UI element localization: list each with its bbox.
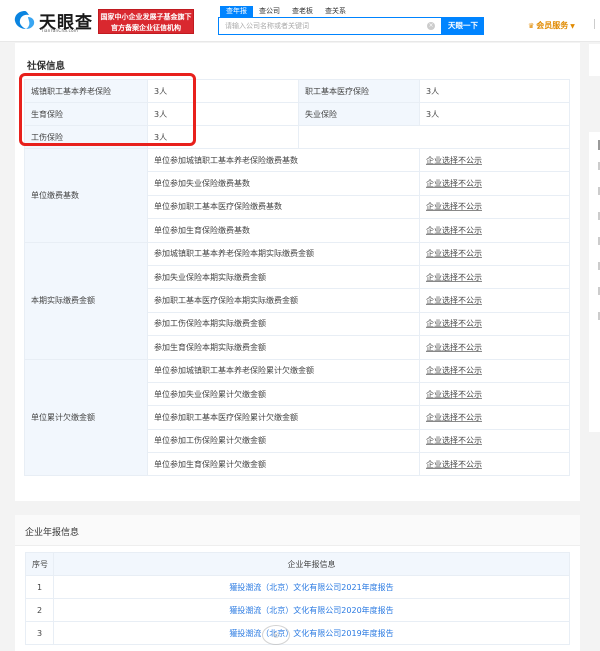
social-security-basic-table: 城镇职工基本养老保险 3人 职工基本医疗保险 3人 生育保险 3人 失业保险 3… — [24, 79, 570, 149]
item-label: 单位参加失业保险缴费基数 — [147, 171, 420, 196]
group-label: 单位缴费基数 — [24, 148, 148, 243]
vip-service-menu[interactable]: ♛ 会员服务 ▼ — [528, 20, 575, 31]
item-label: 单位参加生育保险累计欠缴金额 — [147, 452, 420, 477]
clear-icon[interactable]: × — [427, 22, 435, 30]
insurance-value: 3人 — [147, 102, 299, 126]
section-title-social-security: 社保信息 — [27, 61, 66, 72]
group-label: 本期实际缴费金额 — [24, 241, 148, 360]
annual-report-link[interactable]: 獾投潮流（北京）文化有限公司2020年度报告 — [53, 598, 570, 622]
table-header-row: 序号 企业年报信息 — [25, 552, 570, 576]
item-label: 单位参加城镇职工基本养老保险缴费基数 — [147, 147, 420, 173]
empty-cell — [419, 125, 570, 149]
tab-boss[interactable]: 查老板 — [286, 6, 319, 17]
weibo-watermark-icon: ◎ — [262, 625, 290, 645]
annual-report-table: 序号 企业年报信息 1 獾投潮流（北京）文化有限公司2021年度报告 2 獾投潮… — [25, 552, 570, 645]
search-tabs: 查年报 查公司 查老板 查关系 — [220, 6, 352, 17]
badge-line-2: 官方备案企业征信机构 — [111, 24, 181, 32]
insurance-value: 3人 — [147, 125, 299, 149]
search-box: × — [218, 17, 442, 35]
logo-mark-icon — [14, 11, 35, 29]
item-label: 参加生育保险本期实际缴费金额 — [147, 335, 420, 360]
item-label: 单位参加生育保险缴费基数 — [147, 218, 420, 243]
item-value: 企业选择不公示 — [419, 452, 570, 477]
table-row: 1 獾投潮流（北京）文化有限公司2021年度报告 — [25, 575, 570, 599]
group-label: 单位累计欠缴金额 — [24, 358, 148, 477]
insurance-label: 生育保险 — [24, 102, 148, 126]
col-header-info: 企业年报信息 — [53, 552, 570, 576]
item-value: 企业选择不公示 — [419, 147, 570, 173]
insurance-label: 失业保险 — [298, 102, 420, 126]
insurance-label: 工伤保险 — [24, 125, 148, 149]
annual-report-header: 企业年报信息 — [15, 515, 580, 546]
insurance-label: 城镇职工基本养老保险 — [24, 79, 148, 103]
right-sidebar-card — [589, 44, 600, 76]
table-row: 单位缴费基数 单位参加城镇职工基本养老保险缴费基数 企业选择不公示 — [24, 147, 570, 243]
col-header-index: 序号 — [25, 552, 54, 576]
tab-annual-report[interactable]: 查年报 — [220, 6, 253, 17]
table-row: 2 獾投潮流（北京）文化有限公司2020年度报告 — [25, 598, 570, 622]
item-value: 企业选择不公示 — [419, 194, 570, 220]
item-label: 参加失业保险本期实际缴费金额 — [147, 264, 420, 290]
vip-service-label: 会员服务 — [536, 21, 569, 30]
insurance-value: 3人 — [147, 79, 299, 103]
official-badge: 国家中小企业发展子基金旗下 官方备案企业征信机构 — [98, 9, 194, 34]
section-title-annual-report: 企业年报信息 — [25, 528, 80, 538]
tab-relation[interactable]: 查关系 — [319, 6, 352, 17]
item-value: 企业选择不公示 — [419, 358, 570, 383]
table-row: 生育保险 3人 失业保险 3人 — [24, 102, 570, 126]
top-header: 天眼查 TianYanCha.com 国家中小企业发展子基金旗下 官方备案企业征… — [0, 0, 600, 42]
item-value: 企业选择不公示 — [419, 335, 570, 360]
logo-subtext: TianYanCha.com — [41, 28, 79, 33]
tab-company[interactable]: 查公司 — [253, 6, 286, 17]
row-index: 3 — [25, 621, 54, 645]
item-label: 参加城镇职工基本养老保险本期实际缴费金额 — [147, 241, 420, 266]
annual-report-link[interactable]: 獾投潮流（北京）文化有限公司2021年度报告 — [53, 575, 570, 599]
item-label: 单位参加失业保险累计欠缴金额 — [147, 381, 420, 407]
social-security-detail-table: 单位缴费基数 单位参加城镇职工基本养老保险缴费基数 企业选择不公示 单位参加失业… — [24, 147, 570, 477]
item-value: 企业选择不公示 — [419, 381, 570, 407]
header-divider — [594, 19, 595, 29]
item-label: 参加工伤保险本期实际缴费金额 — [147, 311, 420, 337]
table-row: 单位累计欠缴金额 单位参加城镇职工基本养老保险累计欠缴金额 企业选择不公示 — [24, 358, 570, 477]
item-label: 单位参加工伤保险累计欠缴金额 — [147, 428, 420, 454]
item-label: 单位参加城镇职工基本养老保险累计欠缴金额 — [147, 358, 420, 383]
search-button[interactable]: 天眼一下 — [442, 17, 484, 35]
search-input[interactable] — [219, 18, 419, 34]
badge-line-1: 国家中小企业发展子基金旗下 — [100, 13, 192, 21]
left-gutter — [0, 43, 15, 651]
item-value: 企业选择不公示 — [419, 288, 570, 313]
right-sidebar-list — [589, 132, 600, 432]
table-row: 本期实际缴费金额 参加城镇职工基本养老保险本期实际缴费金额 企业选择不公示 — [24, 241, 570, 360]
row-index: 2 — [25, 598, 54, 622]
insurance-value: 3人 — [419, 102, 570, 126]
annual-report-link[interactable]: 獾投潮流（北京）文化有限公司2019年度报告 — [53, 621, 570, 645]
item-value: 企业选择不公示 — [419, 311, 570, 337]
item-value: 企业选择不公示 — [419, 241, 570, 266]
item-value: 企业选择不公示 — [419, 218, 570, 243]
table-row: 3 獾投潮流（北京）文化有限公司2019年度报告 — [25, 621, 570, 645]
item-value: 企业选择不公示 — [419, 264, 570, 290]
item-value: 企业选择不公示 — [419, 405, 570, 430]
table-row: 工伤保险 3人 — [24, 125, 570, 149]
crown-icon: ♛ — [528, 22, 535, 30]
caret-down-icon: ▼ — [570, 23, 575, 30]
item-value: 企业选择不公示 — [419, 428, 570, 454]
item-label: 参加职工基本医疗保险本期实际缴费金额 — [147, 288, 420, 313]
tianyancha-logo[interactable]: 天眼查 TianYanCha.com — [14, 8, 96, 34]
insurance-value: 3人 — [419, 79, 570, 103]
row-index: 1 — [25, 575, 54, 599]
item-value: 企业选择不公示 — [419, 171, 570, 196]
table-row: 城镇职工基本养老保险 3人 职工基本医疗保险 3人 — [24, 79, 570, 103]
item-label: 单位参加职工基本医疗保险缴费基数 — [147, 194, 420, 220]
insurance-label: 职工基本医疗保险 — [298, 79, 420, 103]
empty-cell — [298, 125, 420, 149]
item-label: 单位参加职工基本医疗保险累计欠缴金额 — [147, 405, 420, 430]
